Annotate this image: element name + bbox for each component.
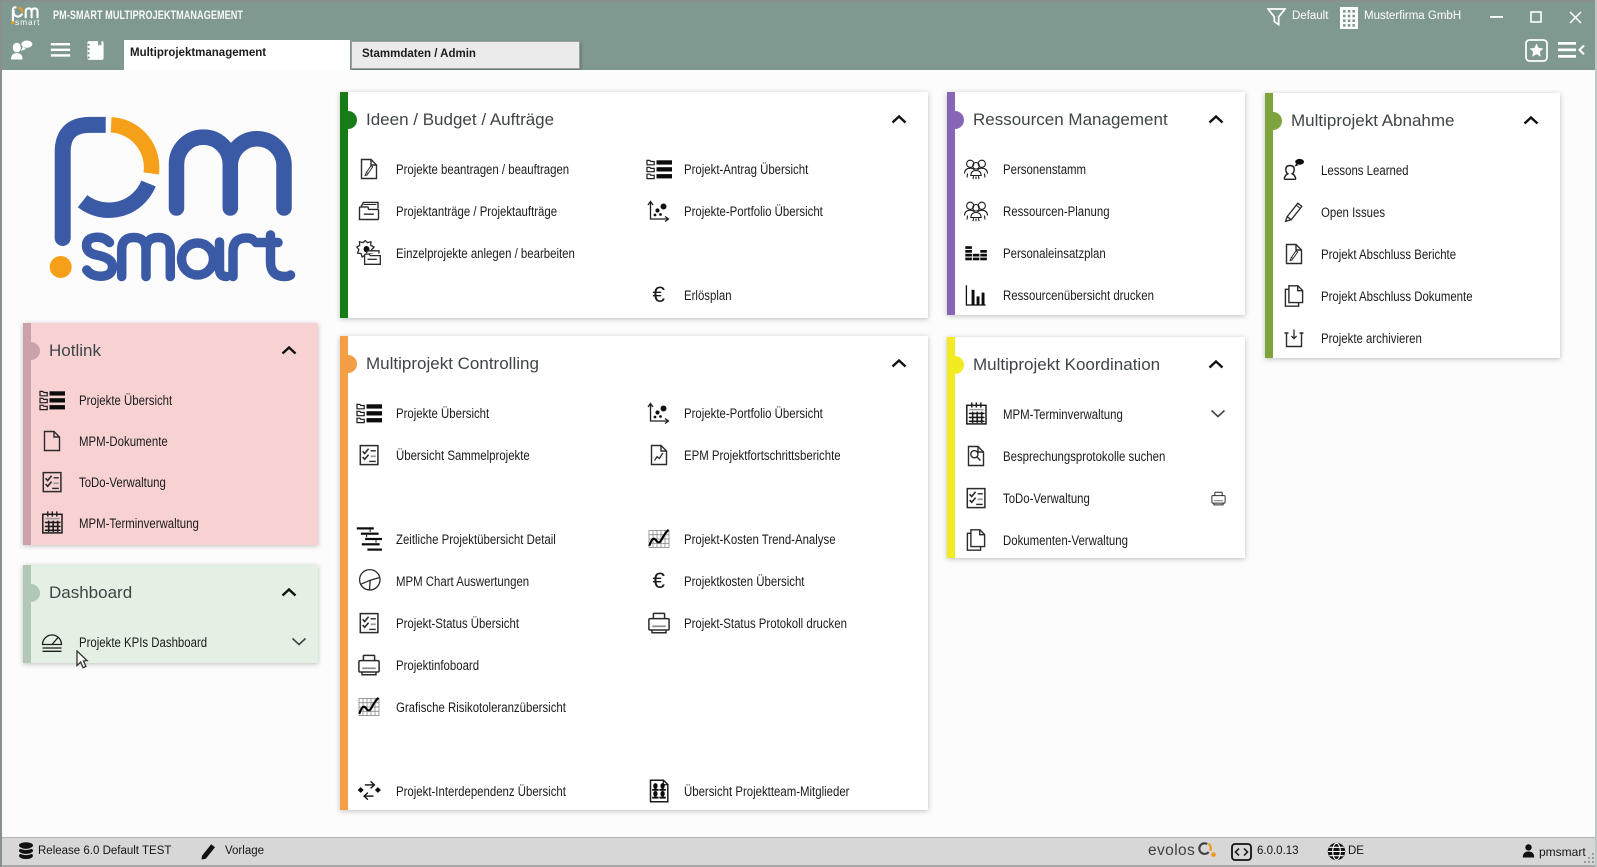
svg-text:smart: smart [15,17,40,27]
